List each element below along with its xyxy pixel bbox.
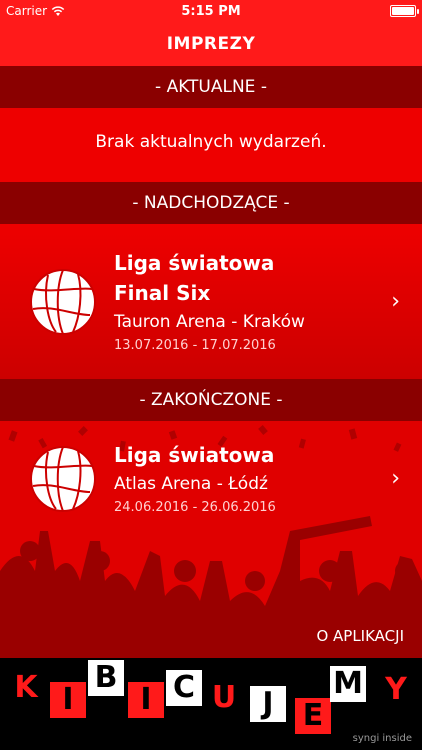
event-venue: Tauron Arena - Kraków (114, 311, 305, 332)
wifi-icon (51, 5, 65, 16)
event-title: Liga światowa (114, 442, 275, 467)
chevron-right-icon: › (391, 466, 400, 491)
chevron-right-icon: › (391, 289, 400, 314)
event-dates: 24.06.2016 - 26.06.2016 (114, 499, 276, 515)
brand-letter: Y (385, 672, 407, 707)
brand-letter: B (88, 660, 124, 696)
empty-message: Brak aktualnych wydarzeń. (95, 132, 327, 152)
footer-brand: K I B I C U J E M Y syngi inside (0, 658, 422, 750)
brand-letter: U (211, 680, 237, 715)
brand-letter: I (50, 682, 86, 718)
brand-letter: K (14, 670, 38, 705)
brand-letter: C (166, 670, 202, 706)
section-header-current: - AKTUALNE - (0, 66, 422, 108)
section-header-finished: - ZAKOŃCZONE - (0, 379, 422, 421)
section-header-upcoming-label: - NADCHODZĄCE - (132, 193, 290, 213)
event-row[interactable]: Liga światowa Atlas Arena - Łódź 24.06.2… (0, 421, 422, 536)
about-app-link[interactable]: O APLIKACJI (316, 627, 404, 645)
page-title: IMPREZY (166, 34, 256, 54)
section-current-body: Brak aktualnych wydarzeń. (0, 108, 422, 182)
event-subtitle: Final Six (114, 280, 211, 305)
status-bar: Carrier 5:15 PM (0, 0, 422, 22)
section-header-upcoming: - NADCHODZĄCE - (0, 182, 422, 224)
event-row[interactable]: Liga światowa Final Six Tauron Arena - K… (0, 224, 422, 379)
brand-letter: M (330, 666, 366, 702)
section-header-current-label: - AKTUALNE - (155, 77, 267, 97)
battery-icon (390, 5, 419, 17)
brand-letter: E (295, 698, 331, 734)
status-time: 5:15 PM (181, 3, 241, 19)
nav-bar: IMPREZY (0, 22, 422, 66)
volleyball-icon (30, 268, 96, 335)
event-title: Liga światowa (114, 250, 275, 275)
credit-label: syngi inside (352, 733, 412, 744)
brand-letter: J (250, 686, 286, 722)
volleyball-icon (30, 445, 96, 512)
section-header-finished-label: - ZAKOŃCZONE - (139, 390, 283, 410)
event-dates: 13.07.2016 - 17.07.2016 (114, 337, 276, 353)
brand-letter: I (128, 682, 164, 718)
event-venue: Atlas Arena - Łódź (114, 473, 268, 494)
carrier-label: Carrier (6, 4, 48, 18)
